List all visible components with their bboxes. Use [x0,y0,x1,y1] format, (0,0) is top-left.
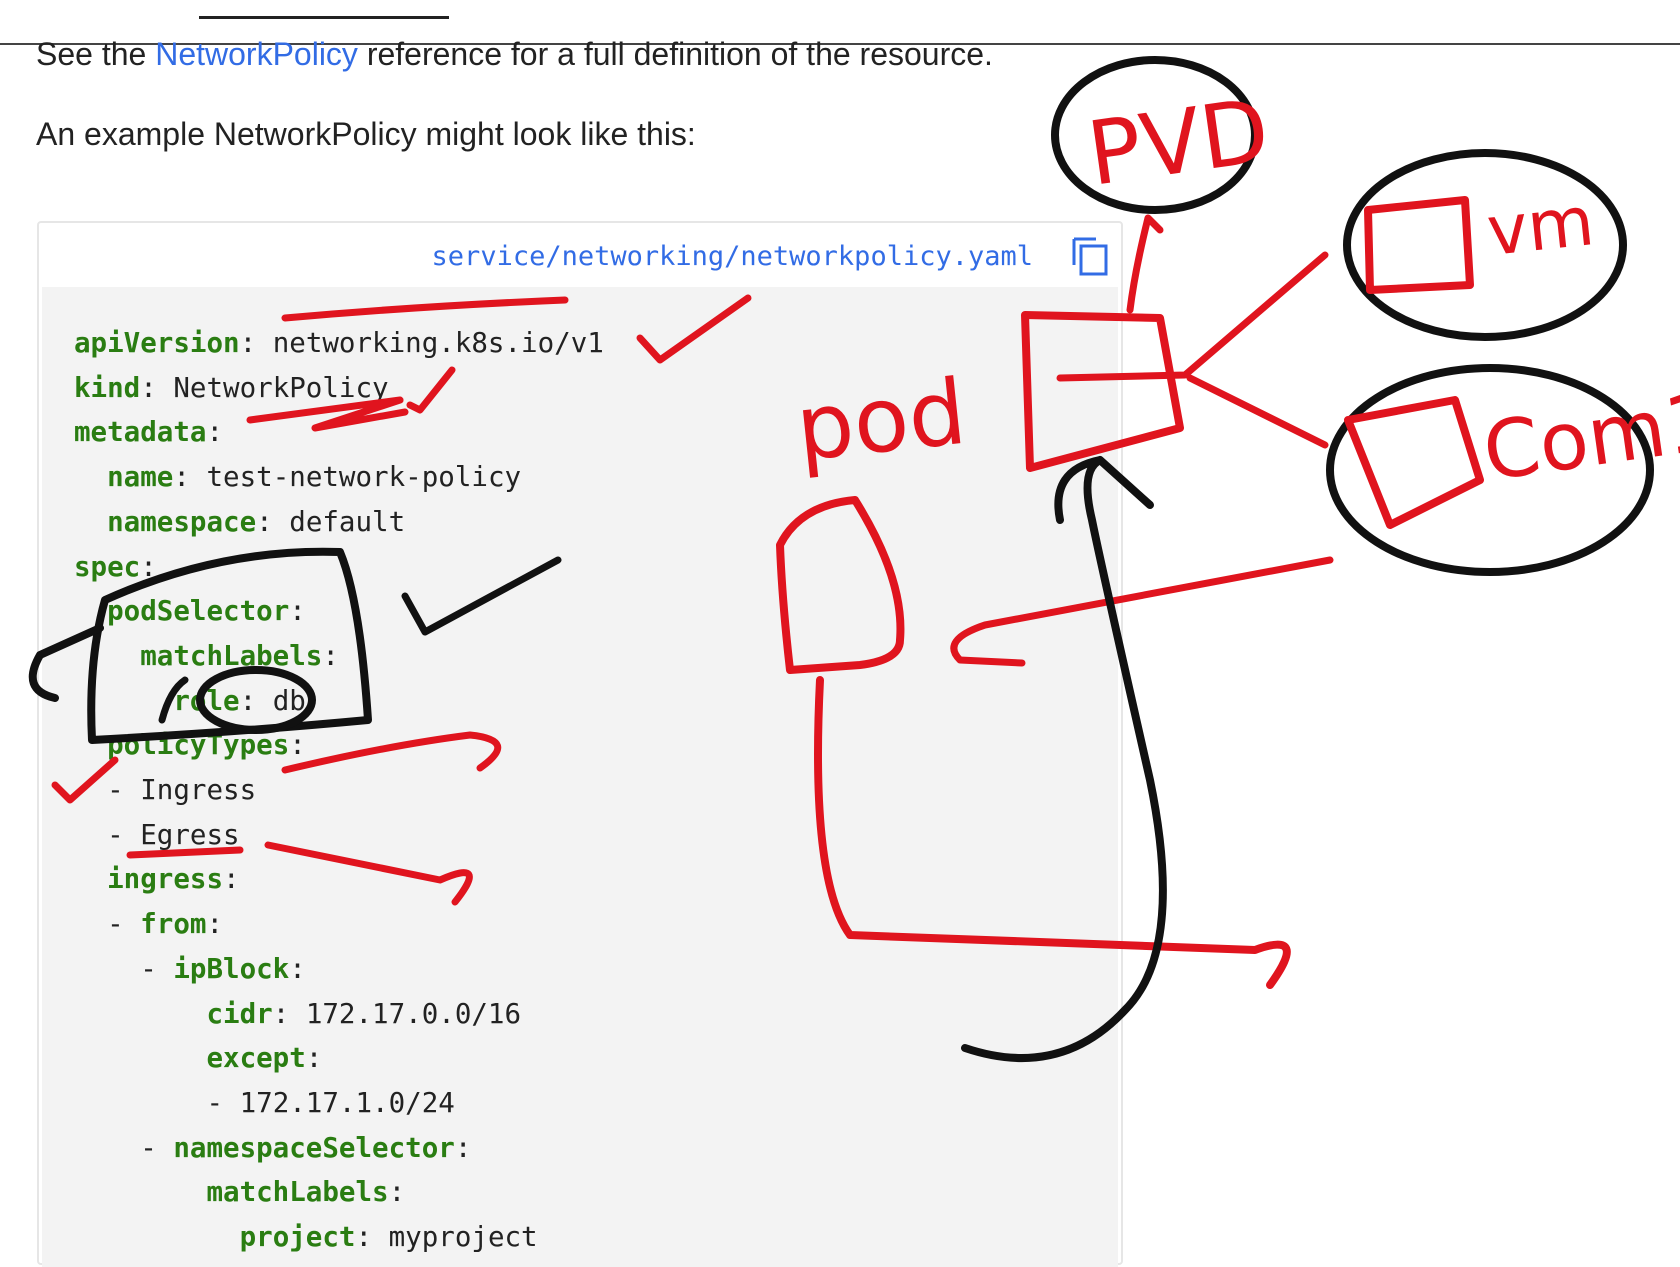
code-indent: - [74,1086,240,1119]
intro-paragraph: See the NetworkPolicy reference for a fu… [36,34,993,74]
code-line: podSelector: [74,589,604,634]
yaml-key: ipBlock [173,952,290,985]
code-line: kind: NetworkPolicy [74,371,389,404]
black-ellipse-pvd [1051,56,1259,214]
yaml-value: 172.17.1.0/24 [239,1086,455,1119]
intro-text-before: See the [36,36,147,72]
code-indent: - [74,908,141,941]
handwritten-pvd-label: PVD [1082,79,1276,206]
yaml-key: podSelector [107,595,290,628]
code-line: project: myproject [74,1215,604,1260]
code-block: service/networking/networkpolicy.yaml ap… [37,221,1123,1267]
black-ellipse-vm [1343,149,1627,341]
yaml-value: Ingress [140,774,257,807]
code-line: - namespaceSelector: [74,1131,472,1164]
yaml-key: metadata [74,416,207,449]
code-indent: - [74,818,141,851]
yaml-value: 172.17.0.0/16 [305,997,522,1030]
yaml-key: namespace [107,505,257,538]
code-filename-link[interactable]: service/networking/networkpolicy.yaml [432,241,1033,272]
yaml-value: networking.k8s.io/v1 [272,327,604,359]
code-indent: - [74,774,141,807]
code-line: role: db [74,679,604,724]
code-line: apiVersion: networking.k8s.io/v1 [74,327,604,359]
red-com-box [1344,396,1484,529]
code-line: policyTypes: [74,723,604,768]
yaml-value: Egress [140,818,240,851]
yaml-key: policyTypes [107,729,290,762]
yaml-key: from [140,908,207,941]
networkpolicy-reference-link[interactable]: NetworkPolicy [155,36,358,72]
yaml-key: cidr [206,997,273,1030]
yaml-key: name [107,461,174,494]
code-line: - Egress [74,813,604,858]
yaml-value: myproject [388,1221,538,1254]
code-line: metadata: [74,416,224,449]
yaml-value: db [272,684,306,717]
code-line: except: [74,1036,604,1081]
red-vm-box [1364,196,1474,294]
code-line: spec: [74,550,157,583]
code-line: cidr: 172.17.0.0/16 [74,992,604,1037]
yaml-code: apiVersion: networking.k8s.io/v1 kind: Ne… [74,321,604,1260]
red-pvd-up-arrow [1126,214,1164,314]
yaml-key: matchLabels [140,639,323,672]
code-line: name: test-network-policy [74,455,604,500]
handwritten-com-label: Com1 [1478,374,1680,499]
black-ellipse-com [1326,364,1654,576]
yaml-value: NetworkPolicy [173,371,389,404]
code-line: - Ingress [74,768,604,813]
yaml-key: except [206,1042,306,1075]
yaml-key: namespaceSelector [173,1131,455,1164]
yaml-key: kind [74,371,141,404]
code-line: - ipBlock: [74,952,306,985]
code-line: matchLabels: [74,634,604,679]
code-line: - 172.17.1.0/24 [74,1081,604,1126]
code-line: - from: [74,908,224,941]
code-block-header: service/networking/networkpolicy.yaml [39,223,1121,285]
yaml-value: default [289,505,406,538]
yaml-key: matchLabels [206,1176,389,1209]
code-indent: - [74,952,174,985]
yaml-key: spec [74,550,141,583]
intro-text-after: reference for a full definition of the r… [366,36,993,72]
code-indent: - [74,1131,174,1164]
handwritten-vm-label: vm [1484,182,1598,272]
code-line: ingress: [74,857,604,902]
yaml-key: project [239,1221,356,1254]
yaml-key: apiVersion [74,327,240,359]
yaml-value: test-network-policy [206,461,522,494]
yaml-key: role [173,684,240,717]
yaml-key: ingress [107,863,224,896]
example-paragraph: An example NetworkPolicy might look like… [36,116,696,152]
copy-icon[interactable] [1070,235,1110,277]
active-tab-indicator [199,16,449,19]
code-line: namespace: default [74,500,604,545]
code-line: matchLabels: [74,1170,604,1215]
red-line-to-com [1186,374,1329,449]
code-body: apiVersion: networking.k8s.io/v1 kind: Ne… [42,287,1118,1267]
